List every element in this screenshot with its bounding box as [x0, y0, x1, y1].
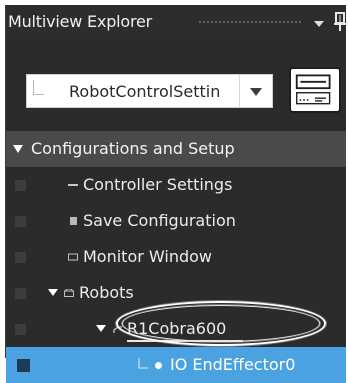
tree-item-configurations-and-setup[interactable]: Configurations and Setup: [6, 131, 346, 167]
save-icon: [70, 217, 77, 225]
tree-connector-icon: [33, 80, 44, 95]
multiview-explorer-panel: Multiview Explorer RobotControlSettin Co…: [5, 5, 346, 383]
tree-item-robots[interactable]: Robots: [6, 275, 346, 311]
row-gutter-marker: [15, 180, 26, 191]
robots-folder-icon: [64, 289, 74, 297]
explorer-title: Multiview Explorer: [8, 12, 153, 31]
tree-item-label: Monitor Window: [83, 247, 212, 266]
io-endeffector-icon: [155, 362, 162, 369]
label-underline: [127, 340, 243, 342]
tree-item-io-endeffector0[interactable]: IO EndEffector0: [6, 347, 346, 383]
explorer-header: Multiview Explorer: [6, 5, 346, 39]
expand-arrow-icon[interactable]: [96, 325, 106, 332]
tree-item-monitor-window[interactable]: Monitor Window: [6, 239, 346, 275]
combobox-dropdown-button[interactable]: [239, 75, 272, 107]
expand-arrow-icon[interactable]: [48, 289, 58, 296]
device-combobox[interactable]: RobotControlSettin: [26, 74, 273, 108]
tree-item-label: Robots: [79, 283, 134, 302]
pin-icon[interactable]: [333, 11, 347, 33]
tree-item-r1cobra600[interactable]: R1Cobra600: [6, 311, 346, 347]
row-gutter-marker: [15, 252, 26, 263]
header-grip[interactable]: [198, 20, 303, 25]
dropdown-arrow-icon[interactable]: [314, 21, 324, 27]
row-gutter-marker: [15, 324, 26, 335]
device-combobox-value: RobotControlSettin: [69, 82, 221, 101]
tree-item-save-configuration[interactable]: Save Configuration: [6, 203, 346, 239]
device-selector-area: RobotControlSettin: [6, 41, 346, 131]
row-gutter-marker: [15, 288, 26, 299]
robot-arm-icon: [113, 326, 122, 333]
controller-device-icon[interactable]: [289, 67, 341, 113]
monitor-icon: [68, 253, 78, 261]
tree-connector-icon: [138, 358, 148, 369]
expand-arrow-icon[interactable]: [13, 145, 23, 153]
tree-item-label: R1Cobra600: [127, 319, 227, 338]
tree-item-label: Save Configuration: [83, 211, 236, 230]
tree-item-controller-settings[interactable]: Controller Settings: [6, 167, 346, 203]
explorer-tree: Configurations and Setup Controller Sett…: [6, 131, 346, 383]
tree-item-label: Configurations and Setup: [31, 139, 235, 158]
dash-icon: [68, 184, 78, 186]
tree-item-label: Controller Settings: [83, 175, 233, 194]
row-gutter-marker: [15, 216, 26, 227]
row-gutter-marker: [17, 359, 30, 372]
